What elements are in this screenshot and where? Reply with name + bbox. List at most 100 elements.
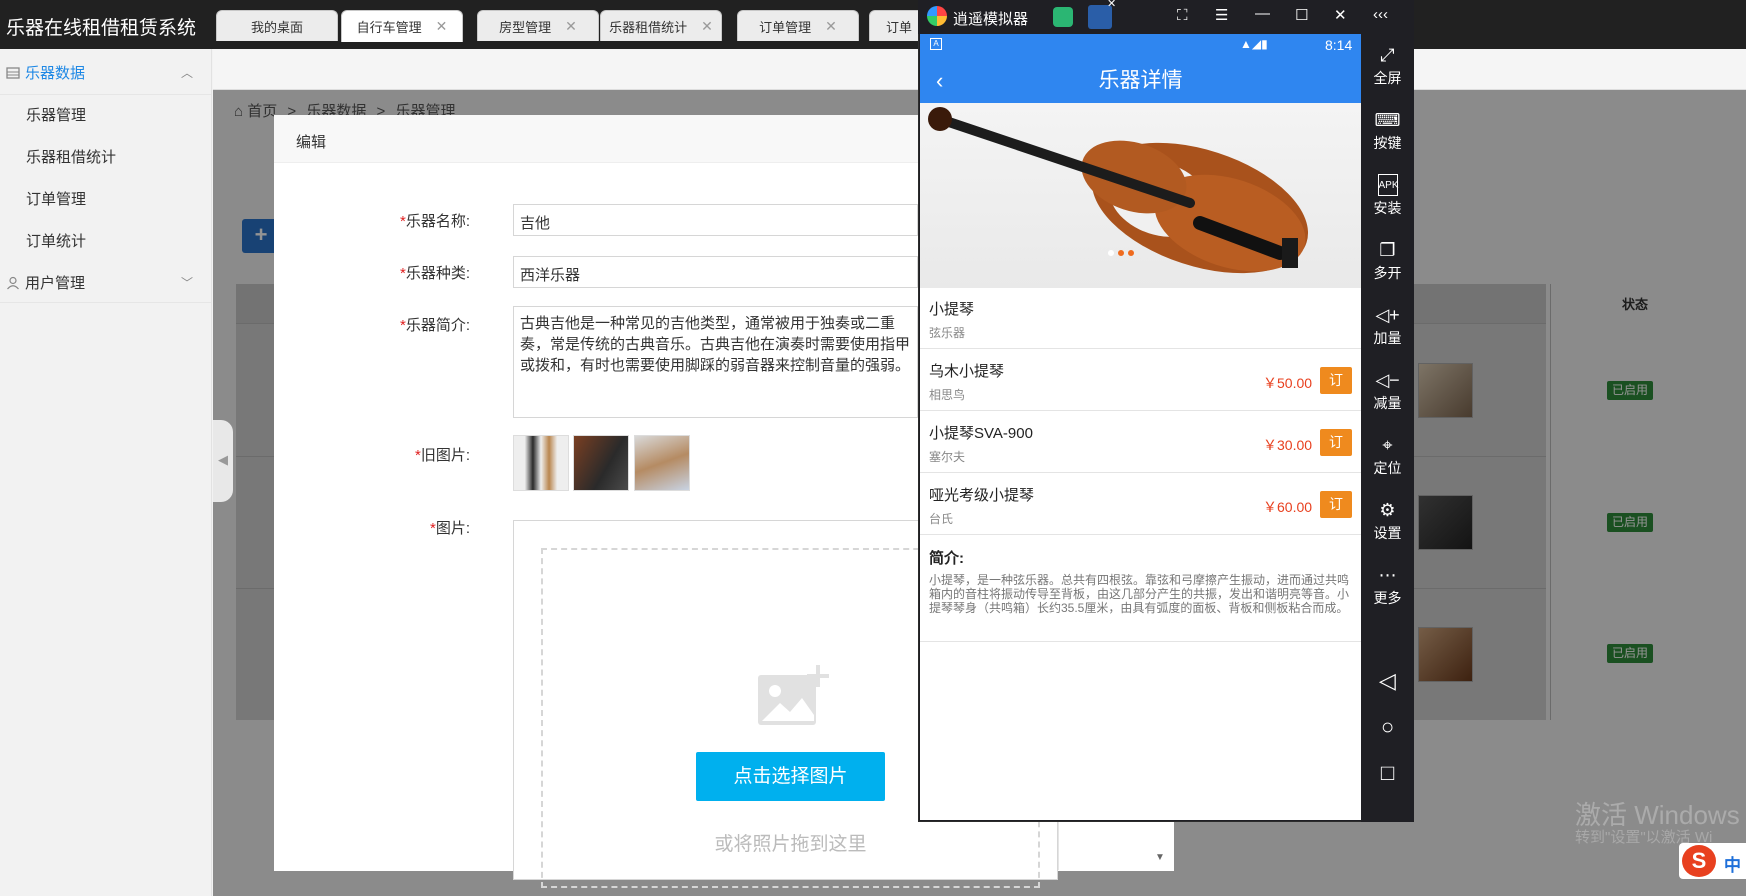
instrument-summary: 小提琴 弦乐器 (920, 288, 1361, 349)
tab-room-manage[interactable]: 房型管理 ✕ (477, 10, 599, 41)
sidebar: 乐器数据 ︿ 乐器管理 乐器租借统计 订单管理 订单统计 用户管理 ﹀ (0, 49, 212, 896)
intro-text: 小提琴，是一种弦乐器。总共有四根弦。靠弦和弓摩擦产生振动，进而通过共鸣箱内的音柱… (929, 573, 1350, 615)
more-icon: ⋯ (1378, 565, 1397, 585)
close-icon[interactable]: ✕ (825, 18, 837, 35)
android-home-button[interactable]: ○ (1361, 714, 1414, 740)
sidebar-item-rental-stats[interactable]: 乐器租借统计 (0, 137, 211, 179)
tab-rental-stats[interactable]: 乐器租借统计 ✕ (600, 10, 722, 41)
tab-bike-manage[interactable]: 自行车管理 ✕ (341, 10, 463, 42)
type-label-text: 乐器种类: (405, 265, 470, 282)
maximize-icon[interactable]: ☐ (1295, 6, 1308, 24)
tab-order-manage[interactable]: 订单管理 ✕ (737, 10, 859, 41)
close-icon[interactable]: ✕ (701, 18, 713, 35)
volume-down-button[interactable]: ◁− 减量 (1361, 369, 1414, 413)
minimize-icon[interactable]: — (1255, 5, 1270, 22)
android-recents-button[interactable]: □ (1361, 760, 1414, 786)
scroll-down-icon[interactable]: ▼ (1155, 852, 1165, 863)
name-label: *乐器名称: (330, 210, 470, 231)
phone-header: ‹ 乐器详情 (920, 58, 1361, 103)
old-image-thumb[interactable] (513, 435, 569, 491)
sidebar-item-order-stats[interactable]: 订单统计 (0, 221, 211, 263)
phone-header-title: 乐器详情 (1098, 69, 1183, 92)
circle-home-icon: ○ (1380, 714, 1395, 739)
image-label-text: 图片: (435, 520, 470, 537)
volume-up-button[interactable]: ◁+ 加量 (1361, 304, 1414, 348)
menu-icon[interactable]: ☰ (1215, 6, 1228, 24)
desc-label: *乐器简介: (330, 314, 470, 335)
tab-label: 房型管理 (499, 19, 552, 35)
ime-indicator[interactable]: S 中 (1679, 843, 1746, 879)
close-icon[interactable]: ✕ (436, 18, 448, 35)
square-recents-icon: □ (1380, 760, 1395, 785)
instrument-name: 小提琴 (929, 301, 975, 318)
chevron-down-icon: ﹀ (180, 276, 193, 290)
carousel-dot[interactable] (1128, 250, 1134, 256)
description-textarea[interactable]: 古典吉他是一种常见的吉他类型，通常被用于独奏或二重奏，常是传统的古典音乐。古典吉… (513, 306, 918, 418)
sidebar-item-order-manage[interactable]: 订单管理 (0, 179, 211, 221)
sidebar-group-instrument-data[interactable]: 乐器数据 ︿ (0, 51, 211, 95)
volume-down-icon: ◁− (1375, 370, 1400, 390)
rail-label: 多开 (1373, 265, 1402, 281)
ime-mode: 中 (1724, 856, 1741, 875)
emulator-titlebar: 逍遥模拟器 ✕ ⛶ ☰ — ☐ ✕ ‹‹‹ (918, 0, 1414, 34)
rail-label: 减量 (1373, 395, 1402, 411)
sogou-logo-icon: S (1682, 845, 1716, 877)
tab-desktop[interactable]: 我的桌面 (216, 10, 338, 41)
type-label: *乐器种类: (330, 262, 470, 283)
product-row[interactable]: 哑光考级小提琴 台氏 ￥60.00 订 (920, 473, 1361, 535)
violin-banner[interactable] (920, 103, 1361, 288)
name-input[interactable]: 吉他 (513, 204, 918, 236)
close-icon[interactable]: ✕ (1334, 6, 1347, 24)
gear-icon: ⚙ (1379, 500, 1396, 520)
back-icon[interactable]: ‹ (936, 58, 943, 103)
sidebar-collapse-handle[interactable]: ◀ (213, 420, 233, 502)
database-icon (6, 66, 20, 79)
close-icon[interactable]: ✕ (565, 18, 577, 35)
old-images-label-text: 旧图片: (420, 447, 470, 464)
order-button[interactable]: 订 (1320, 367, 1352, 394)
collapse-rail-icon[interactable]: ‹‹‹ (1373, 6, 1388, 23)
phone-status-bar: A ▲◢▮ 8:14 (920, 34, 1361, 58)
rail-label: 更多 (1373, 590, 1402, 606)
product-row[interactable]: 小提琴SVA-900 塞尔夫 ￥30.00 订 (920, 411, 1361, 473)
type-input[interactable]: 西洋乐器 (513, 256, 918, 288)
sidebar-group-label: 用户管理 (25, 275, 86, 292)
old-image-thumb[interactable] (573, 435, 629, 491)
app-tab-icon[interactable] (1053, 7, 1073, 27)
rail-label: 全屏 (1373, 70, 1402, 86)
desc-label-text: 乐器简介: (405, 317, 470, 334)
location-button[interactable]: ⌖ 定位 (1361, 434, 1414, 478)
multi-instance-button[interactable]: ❐ 多开 (1361, 239, 1414, 283)
carousel-dot[interactable] (1108, 250, 1114, 256)
tab-label: 我的桌面 (250, 19, 303, 35)
carousel-dot-active[interactable] (1118, 250, 1124, 256)
old-image-thumb[interactable] (634, 435, 690, 491)
install-apk-button[interactable]: APK 安装 (1361, 174, 1414, 218)
product-name: 小提琴SVA-900 (929, 425, 1033, 442)
instrument-category: 弦乐器 (929, 326, 966, 340)
product-name: 哑光考级小提琴 (929, 487, 1035, 504)
sidebar-item-instrument-manage[interactable]: 乐器管理 (0, 95, 211, 137)
product-price: ￥30.00 (1263, 437, 1313, 453)
more-button[interactable]: ⋯ 更多 (1361, 564, 1414, 608)
sidebar-group-user-manage[interactable]: 用户管理 ﹀ (0, 263, 211, 303)
android-back-button[interactable]: ◁ (1361, 668, 1414, 694)
product-brand: 台氏 (929, 512, 954, 526)
intro-section: 简介: 小提琴，是一种弦乐器。总共有四根弦。靠弦和弓摩擦产生振动，进而通过共鸣箱… (920, 535, 1361, 642)
product-price: ￥60.00 (1263, 499, 1313, 515)
product-row[interactable]: 乌木小提琴 相思鸟 ￥50.00 订 (920, 349, 1361, 411)
product-name: 乌木小提琴 (929, 363, 1005, 380)
multi-window-icon: ❐ (1379, 240, 1396, 260)
drop-hint: 或将照片拖到这里 (714, 834, 867, 855)
keymap-button[interactable]: ⌨ 按键 (1361, 109, 1414, 153)
order-button[interactable]: 订 (1320, 491, 1352, 518)
select-image-button[interactable]: 点击选择图片 (696, 752, 885, 801)
fullscreen-button[interactable]: ⤢ 全屏 (1361, 44, 1414, 88)
screenshot-icon[interactable]: ⛶ (1177, 7, 1188, 24)
close-tab-icon[interactable]: ✕ (1107, 0, 1116, 10)
order-button[interactable]: 订 (1320, 429, 1352, 456)
settings-button[interactable]: ⚙ 设置 (1361, 499, 1414, 543)
notification-icon: A (930, 38, 942, 50)
product-price: ￥50.00 (1263, 375, 1313, 391)
chevron-left-icon: ◀ (218, 452, 228, 467)
